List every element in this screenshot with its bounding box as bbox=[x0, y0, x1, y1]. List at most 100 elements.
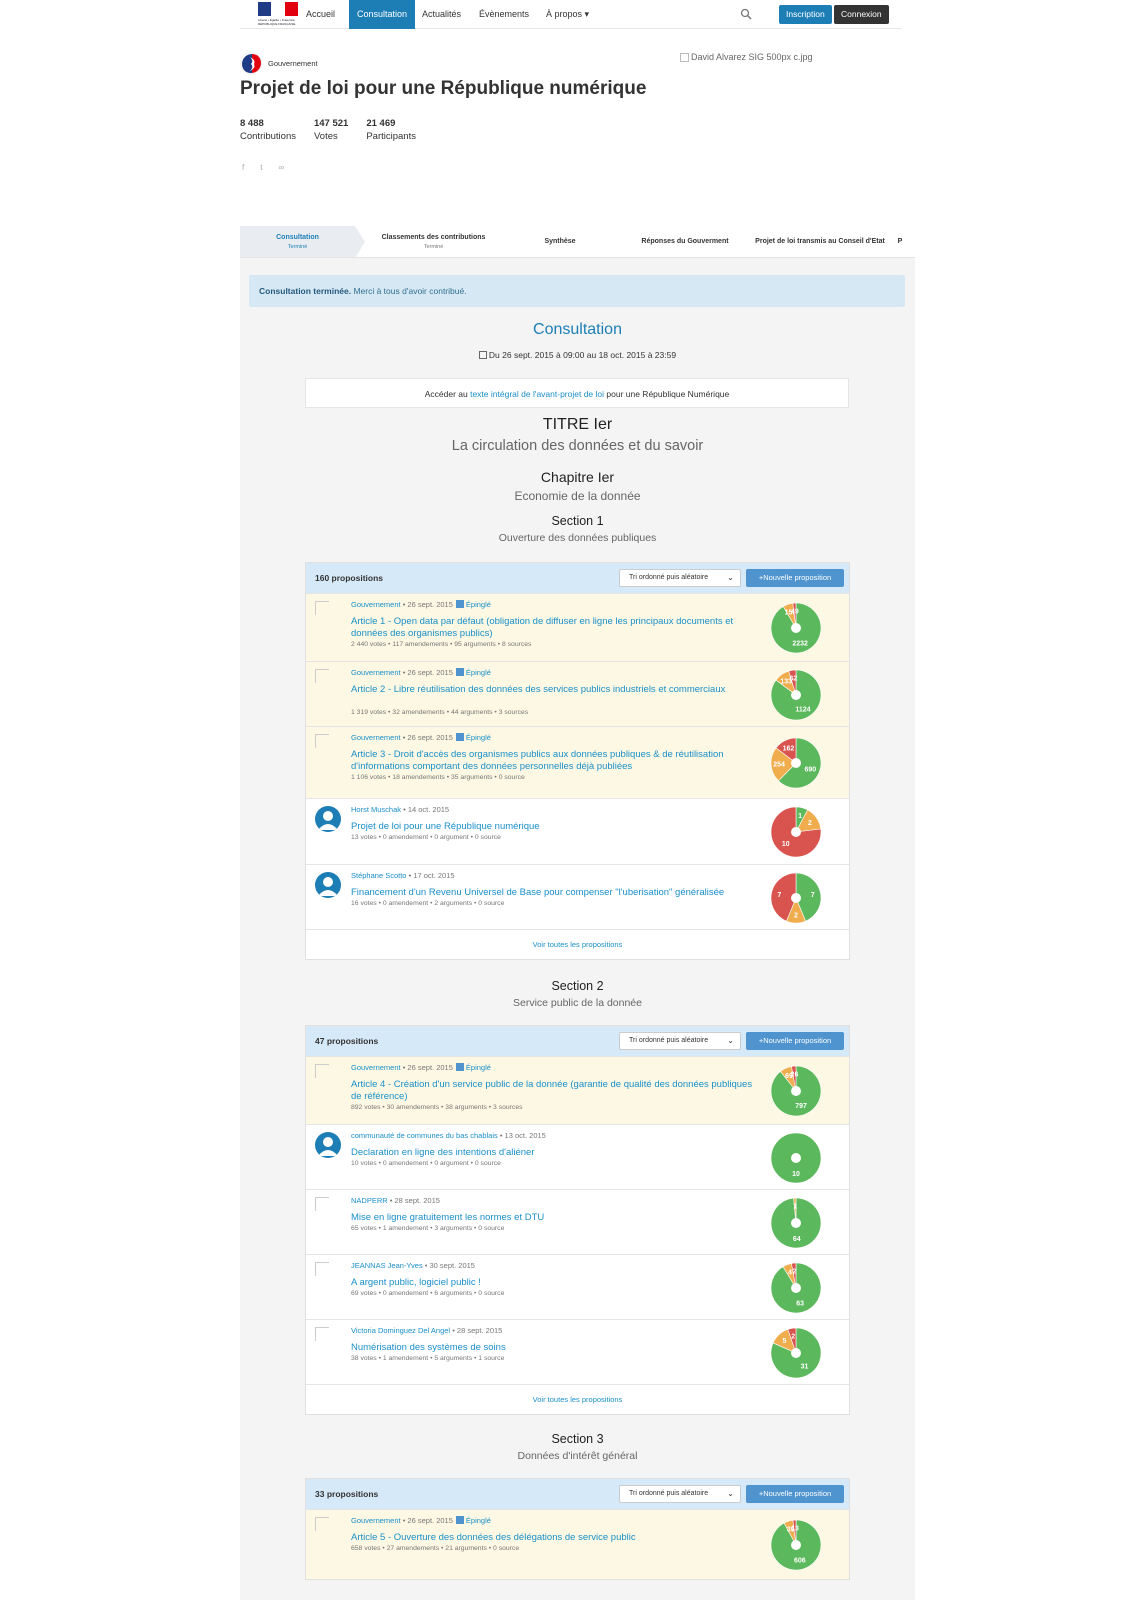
new-proposal-button[interactable]: +Nouvelle proposition bbox=[746, 569, 844, 587]
proposal-date: • 26 sept. 2015 bbox=[402, 1063, 453, 1072]
pie-label-for: 1 bbox=[798, 813, 802, 820]
proposal-row: Gouvernement • 26 sept. 2015 Épinglé Artic… bbox=[306, 661, 849, 726]
proposal-counts: 65 votes • 1 amendement • 3 arguments • … bbox=[351, 1225, 505, 1232]
nav-consultation[interactable]: Consultation bbox=[349, 0, 416, 29]
new-proposal-button[interactable]: +Nouvelle proposition bbox=[746, 1485, 844, 1503]
user-avatar-icon[interactable] bbox=[315, 806, 341, 832]
see-all-proposals-link[interactable]: Voir toutes les propositions bbox=[306, 1384, 849, 1414]
new-proposal-button[interactable]: +Nouvelle proposition bbox=[746, 1032, 844, 1050]
proposal-counts: 13 votes • 0 amendement • 0 argument • 0… bbox=[351, 834, 501, 841]
votes-pie-chart: 63 4 2 bbox=[770, 1262, 822, 1314]
cover-image: David Alvarez SIG 500px c.jpg bbox=[680, 52, 813, 62]
proposal-title-link[interactable]: Mise en ligne gratuitement les normes et… bbox=[351, 1212, 759, 1224]
pin-icon bbox=[455, 668, 464, 676]
section-label: Section 3 bbox=[551, 1432, 604, 1446]
step-consultation[interactable]: Consultation Terminé bbox=[240, 226, 355, 257]
proposal-author[interactable]: Gouvernement bbox=[351, 668, 401, 677]
step-reponses[interactable]: Réponses du Gouverment bbox=[625, 226, 745, 257]
government-avatar bbox=[240, 52, 262, 74]
proposal-author[interactable]: Horst Muschak bbox=[351, 805, 401, 814]
search-icon[interactable] bbox=[740, 8, 752, 20]
sort-select[interactable]: Tri ordonné puis aléatoire ⌄ bbox=[619, 569, 741, 587]
proposal-count: 47 propositions bbox=[315, 1036, 379, 1046]
avatar-placeholder[interactable] bbox=[315, 1064, 329, 1078]
sort-select[interactable]: Tri ordonné puis aléatoire ⌄ bbox=[619, 1032, 741, 1050]
proposal-title-link[interactable]: Article 3 - Droit d'accès des organismes… bbox=[351, 749, 759, 773]
proposal-author[interactable]: Gouvernement bbox=[351, 733, 401, 742]
pie-label-mixed: 2 bbox=[808, 820, 812, 827]
step-projet-transmis[interactable]: Projet de loi transmis au Conseil d'Etat bbox=[755, 226, 885, 257]
step-classements[interactable]: Classements des contributions Terminé bbox=[366, 226, 501, 257]
marianne-logo[interactable]: Liberté • Égalité • Fraternité RÉPUBLIQU… bbox=[258, 2, 298, 26]
proposal-author[interactable]: Gouvernement bbox=[351, 1063, 401, 1072]
nav-a-propos[interactable]: À propos ▾ bbox=[538, 0, 597, 29]
proposal-list: 160 propositions Tri ordonné puis aléatoi… bbox=[305, 562, 850, 960]
proposal-title-link[interactable]: Numérisation des systèmes de soins bbox=[351, 1342, 759, 1354]
proposal-row: Gouvernement • 26 sept. 2015 Épinglé Artic… bbox=[306, 1509, 849, 1579]
avatar-placeholder[interactable] bbox=[315, 1262, 329, 1276]
step-status: Terminé bbox=[423, 243, 444, 250]
full-text-box: Accéder au texte intégral de l'avant-pro… bbox=[305, 378, 849, 408]
nav-evenements[interactable]: Évènements bbox=[471, 0, 537, 29]
pie-center bbox=[791, 623, 801, 633]
proposal-title-link[interactable]: Article 4 - Création d'un service public… bbox=[351, 1079, 759, 1103]
proposal-counts: 38 votes • 1 amendement • 5 arguments • … bbox=[351, 1355, 505, 1362]
proposal-title-link[interactable]: Financement d'un Revenu Universel de Bas… bbox=[351, 887, 759, 899]
see-all-proposals-link[interactable]: Voir toutes les propositions bbox=[306, 929, 849, 959]
proposal-title-link[interactable]: Article 1 - Open data par défaut (obliga… bbox=[351, 616, 759, 640]
nav-accueil[interactable]: Accueil bbox=[298, 0, 343, 29]
nav-actualites[interactable]: Actualités bbox=[414, 0, 469, 29]
user-avatar-icon[interactable] bbox=[315, 872, 341, 898]
twitter-icon[interactable]: t bbox=[260, 163, 262, 172]
proposal-row: NADPERR • 28 sept. 2015 Mise en ligne gra… bbox=[306, 1189, 849, 1254]
pie-label-against: 2 bbox=[793, 1269, 797, 1276]
avatar-placeholder[interactable] bbox=[315, 1517, 329, 1531]
avatar-placeholder[interactable] bbox=[315, 1327, 329, 1341]
step-synthese[interactable]: Synthèse bbox=[510, 226, 610, 257]
stat-votes: 147 521 Votes bbox=[314, 118, 348, 143]
avatar-placeholder[interactable] bbox=[315, 601, 329, 615]
proposal-title-link[interactable]: A argent public, logiciel public ! bbox=[351, 1277, 759, 1289]
pie-label-for: 797 bbox=[795, 1103, 807, 1110]
avatar-placeholder[interactable] bbox=[315, 669, 329, 683]
proposal-meta: Victoria Dominguez Del Angel • 28 sept. … bbox=[351, 1326, 502, 1335]
proposal-title-link[interactable]: Article 2 - Libre réutilisation des donn… bbox=[351, 684, 759, 696]
pie-label-against: 10 bbox=[782, 841, 790, 848]
proposal-author[interactable]: communauté de communes du bas chablais bbox=[351, 1131, 498, 1140]
proposal-date: • 28 sept. 2015 bbox=[452, 1326, 503, 1335]
proposal-meta: Gouvernement • 26 sept. 2015 Épinglé bbox=[351, 1516, 491, 1525]
proposal-author[interactable]: Victoria Dominguez Del Angel bbox=[351, 1326, 450, 1335]
facebook-icon[interactable]: f bbox=[242, 163, 244, 172]
pie-label-mixed: 254 bbox=[773, 762, 785, 769]
avatar-placeholder[interactable] bbox=[315, 1197, 329, 1211]
login-button[interactable]: Connexion bbox=[834, 5, 889, 24]
proposal-counts: 1 106 votes • 18 amendements • 35 argume… bbox=[351, 774, 525, 781]
link-icon[interactable]: ∞ bbox=[278, 163, 284, 172]
signup-button[interactable]: Inscription bbox=[779, 5, 832, 24]
flag-icon bbox=[258, 2, 298, 16]
proposal-author[interactable]: Stéphane Scotto bbox=[351, 871, 406, 880]
proposal-title-link[interactable]: Projet de loi pour une République numéri… bbox=[351, 821, 759, 833]
user-avatar-icon[interactable] bbox=[315, 1132, 341, 1158]
pie-label-against: 26 bbox=[791, 1072, 799, 1079]
full-text-link[interactable]: texte intégral de l'avant-projet de loi bbox=[470, 389, 604, 399]
proposal-author[interactable]: Gouvernement bbox=[351, 600, 401, 609]
step-next[interactable]: P bbox=[890, 226, 910, 257]
proposal-author[interactable]: NADPERR bbox=[351, 1196, 388, 1205]
proposal-author[interactable]: Gouvernement bbox=[351, 1516, 401, 1525]
pie-label-for: 10 bbox=[792, 1171, 800, 1178]
pin-icon bbox=[455, 600, 464, 608]
section-name: Ouverture des données publiques bbox=[498, 532, 657, 544]
proposal-counts: 2 440 votes • 117 amendements • 95 argum… bbox=[351, 641, 532, 648]
step-status: Terminé bbox=[287, 243, 308, 250]
proposal-title-link[interactable]: Declaration en ligne des intentions d'al… bbox=[351, 1147, 759, 1159]
sort-select[interactable]: Tri ordonné puis aléatoire ⌄ bbox=[619, 1485, 741, 1503]
proposal-meta: communauté de communes du bas chablais •… bbox=[351, 1131, 546, 1140]
pie-center bbox=[791, 1153, 801, 1163]
proposal-counts: 1 319 votes • 32 amendements • 44 argume… bbox=[351, 709, 529, 716]
proposal-date: • 28 sept. 2015 bbox=[389, 1196, 440, 1205]
proposal-author[interactable]: JEANNAS Jean-Yves bbox=[351, 1261, 423, 1270]
votes-pie-chart: 112413362 bbox=[770, 669, 822, 721]
proposal-title-link[interactable]: Article 5 - Ouverture des données des dé… bbox=[351, 1532, 759, 1544]
avatar-placeholder[interactable] bbox=[315, 734, 329, 748]
